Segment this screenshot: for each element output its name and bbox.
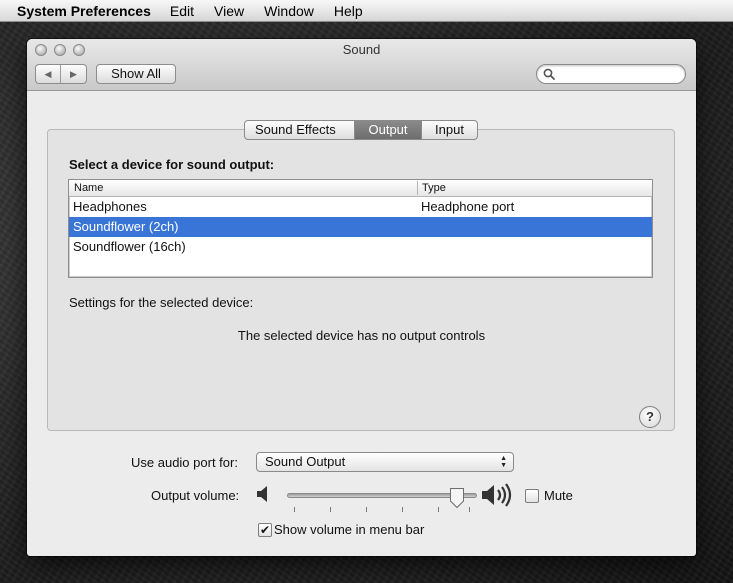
output-volume-label: Output volume: bbox=[151, 488, 240, 503]
device-type: Headphone port bbox=[421, 199, 515, 214]
sound-preferences-window: Sound ◀ ▶ Show All Sound Effects Output … bbox=[27, 39, 696, 556]
slider-tick bbox=[469, 507, 470, 512]
tab-output[interactable]: Output bbox=[354, 121, 421, 139]
back-arrow-icon: ◀ bbox=[44, 68, 52, 79]
updown-arrows-icon: ▲ ▼ bbox=[500, 455, 507, 469]
slider-tick bbox=[294, 507, 295, 512]
audio-port-value: Sound Output bbox=[265, 454, 346, 469]
back-forward-control: ◀ ▶ bbox=[35, 64, 87, 84]
no-output-controls-message: The selected device has no output contro… bbox=[237, 328, 486, 343]
show-volume-menubar-checkbox[interactable]: ✔ bbox=[258, 523, 272, 537]
slider-tick bbox=[330, 507, 331, 512]
slider-tick bbox=[402, 507, 403, 512]
device-settings-label: Settings for the selected device: bbox=[69, 295, 254, 310]
mute-label: Mute bbox=[544, 488, 573, 503]
back-button[interactable]: ◀ bbox=[36, 65, 62, 83]
speaker-high-icon bbox=[482, 483, 512, 507]
menu-view[interactable]: View bbox=[204, 0, 254, 22]
menu-edit[interactable]: Edit bbox=[160, 0, 204, 22]
tab-panel bbox=[47, 129, 675, 431]
audio-port-select[interactable]: Sound Output ▲ ▼ bbox=[256, 452, 514, 472]
menu-bar: System Preferences Edit View Window Help bbox=[0, 0, 733, 22]
title-bar[interactable]: Sound ◀ ▶ Show All bbox=[27, 39, 696, 91]
tab-sound-effects[interactable]: Sound Effects bbox=[245, 121, 354, 139]
output-device-heading: Select a device for sound output: bbox=[69, 157, 275, 172]
device-name: Soundflower (2ch) bbox=[73, 219, 179, 234]
column-divider[interactable] bbox=[417, 181, 418, 195]
audio-port-label: Use audio port for: bbox=[131, 455, 238, 470]
forward-arrow-icon: ▶ bbox=[70, 68, 77, 79]
show-volume-menubar-label: Show volume in menu bar bbox=[274, 522, 425, 537]
menu-app-name[interactable]: System Preferences bbox=[0, 0, 160, 22]
show-all-button[interactable]: Show All bbox=[96, 64, 176, 84]
output-device-table: Name Type Headphones Headphone port Soun… bbox=[68, 179, 653, 278]
window-title: Sound bbox=[342, 42, 381, 57]
menu-window[interactable]: Window bbox=[254, 0, 324, 22]
speaker-low-icon bbox=[257, 486, 267, 502]
table-row[interactable]: Soundflower (16ch) bbox=[69, 237, 652, 257]
slider-tick bbox=[366, 507, 367, 512]
device-name: Soundflower (16ch) bbox=[73, 239, 186, 254]
tab-bar: Sound Effects Output Input bbox=[244, 120, 478, 140]
device-name: Headphones bbox=[73, 199, 147, 214]
output-volume-slider[interactable] bbox=[287, 487, 477, 512]
tab-input[interactable]: Input bbox=[421, 121, 477, 139]
search-input[interactable] bbox=[557, 66, 679, 82]
search-field[interactable] bbox=[536, 64, 686, 84]
slider-thumb[interactable] bbox=[449, 487, 465, 509]
search-icon bbox=[543, 68, 555, 80]
help-button[interactable]: ? bbox=[639, 406, 661, 428]
forward-button[interactable]: ▶ bbox=[61, 65, 86, 83]
checkmark-icon: ✔ bbox=[259, 523, 271, 537]
menu-help[interactable]: Help bbox=[324, 0, 373, 22]
table-row[interactable]: Headphones Headphone port bbox=[69, 197, 652, 217]
slider-tick bbox=[438, 507, 439, 512]
column-header-type[interactable]: Type bbox=[422, 182, 446, 194]
table-row[interactable]: Soundflower (2ch) bbox=[69, 217, 652, 237]
table-header: Name Type bbox=[69, 180, 652, 197]
column-header-name[interactable]: Name bbox=[74, 182, 103, 194]
mute-checkbox[interactable] bbox=[525, 489, 539, 503]
